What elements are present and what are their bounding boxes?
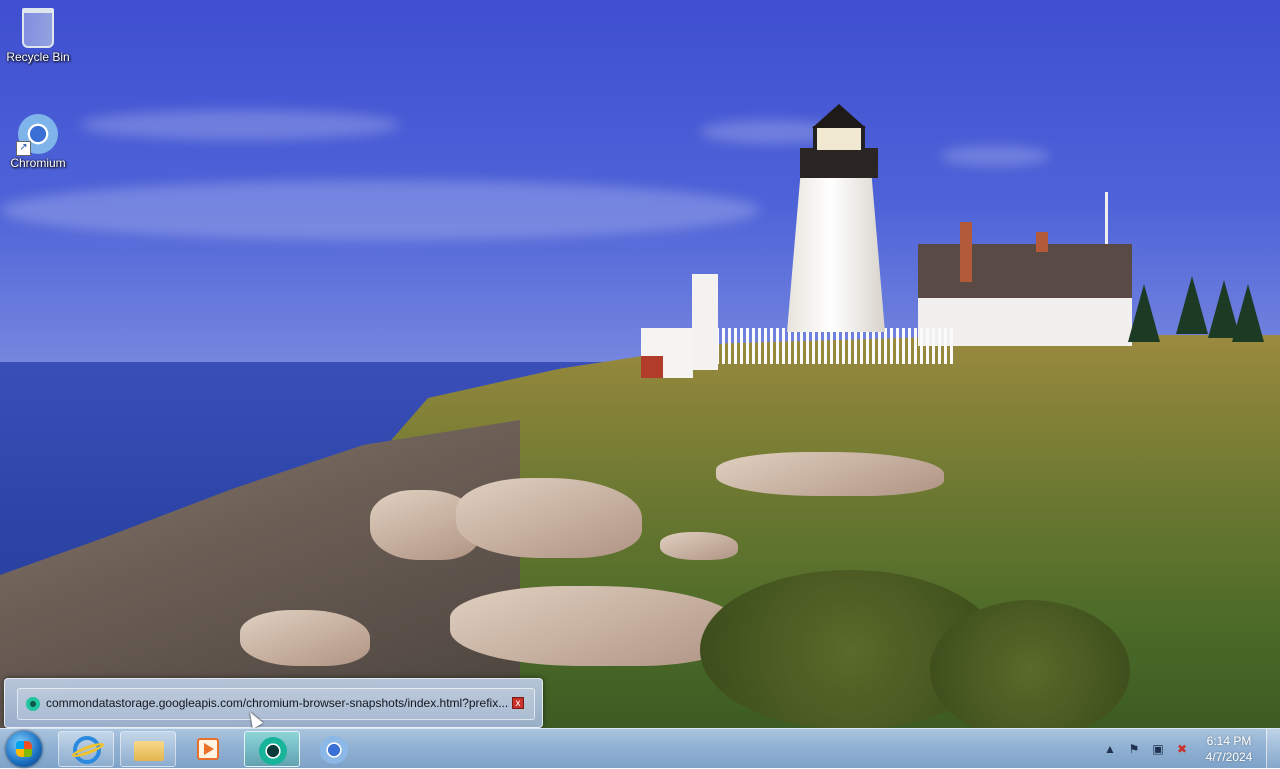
taskbar-thumbnail-preview[interactable]: commondatastorage.googleapis.com/chromiu… — [4, 678, 543, 728]
network-icon[interactable]: ▣ — [1150, 741, 1166, 757]
chromium-icon — [26, 697, 40, 711]
taskbar-button-chromium[interactable] — [244, 731, 300, 767]
thumbnail-title-bar[interactable]: commondatastorage.googleapis.com/chromiu… — [17, 688, 535, 720]
chromium-icon: ↗ — [16, 114, 58, 156]
wallpaper-rock — [450, 586, 740, 666]
wallpaper-lighthouse-gallery — [800, 148, 878, 178]
shortcut-arrow-icon: ↗ — [16, 141, 31, 156]
show-desktop-button[interactable] — [1266, 729, 1280, 769]
wallpaper-rock — [660, 532, 738, 560]
thumbnail-window-title[interactable]: commondatastorage.googleapis.com/chromiu… — [46, 696, 508, 710]
recycle-bin-icon — [22, 8, 54, 48]
wallpaper-cloud — [0, 180, 760, 240]
wallpaper-house-roof — [918, 244, 1132, 300]
wallpaper-rock — [240, 610, 370, 666]
taskbar-button-chrome[interactable] — [306, 731, 362, 767]
taskbar: ▲ ⚑ ▣ ✖ 6:14 PM 4/7/2024 — [0, 728, 1280, 769]
wallpaper-rock — [456, 478, 642, 558]
chromium-icon — [259, 737, 287, 765]
media-player-icon — [197, 738, 219, 760]
wallpaper-lighthouse — [787, 172, 885, 332]
desktop-icon-label: Recycle Bin — [6, 50, 70, 64]
desktop-icon-chromium[interactable]: ↗ Chromium — [0, 114, 76, 170]
internet-explorer-icon — [73, 736, 101, 764]
clock-date: 4/7/2024 — [1205, 750, 1253, 764]
chrome-icon — [320, 736, 348, 764]
taskbar-button-internet-explorer[interactable] — [58, 731, 114, 767]
desktop-icon-label: Chromium — [10, 156, 66, 170]
windows-start-icon — [16, 741, 32, 757]
volume-muted-icon[interactable]: ✖ — [1174, 741, 1190, 757]
file-explorer-icon — [134, 741, 164, 761]
wallpaper-lighthouse-lantern — [813, 126, 865, 150]
thumbnail-close-button[interactable]: x — [512, 697, 524, 709]
wallpaper-chimney — [960, 222, 972, 282]
system-tray: ▲ ⚑ ▣ ✖ — [1098, 729, 1194, 769]
desktop-wallpaper — [0, 0, 1280, 728]
wallpaper-fence — [716, 328, 956, 364]
wallpaper-shed-door — [641, 356, 663, 378]
wallpaper-bell-tower — [692, 274, 718, 370]
wallpaper-cloud — [940, 146, 1050, 166]
system-clock[interactable]: 6:14 PM 4/7/2024 — [1198, 733, 1260, 765]
clock-time: 6:14 PM — [1206, 734, 1252, 748]
taskbar-button-file-explorer[interactable] — [120, 731, 176, 767]
start-button[interactable] — [6, 731, 42, 767]
wallpaper-bush — [930, 600, 1130, 728]
wallpaper-rock — [716, 452, 944, 496]
wallpaper-chimney — [1036, 232, 1048, 252]
taskbar-button-media-player[interactable] — [182, 731, 238, 767]
wallpaper-cloud — [80, 110, 400, 140]
action-center-flag-icon[interactable]: ⚑ — [1126, 741, 1142, 757]
desktop-icon-recycle-bin[interactable]: Recycle Bin — [0, 8, 76, 64]
chevron-up-icon[interactable]: ▲ — [1102, 741, 1118, 757]
